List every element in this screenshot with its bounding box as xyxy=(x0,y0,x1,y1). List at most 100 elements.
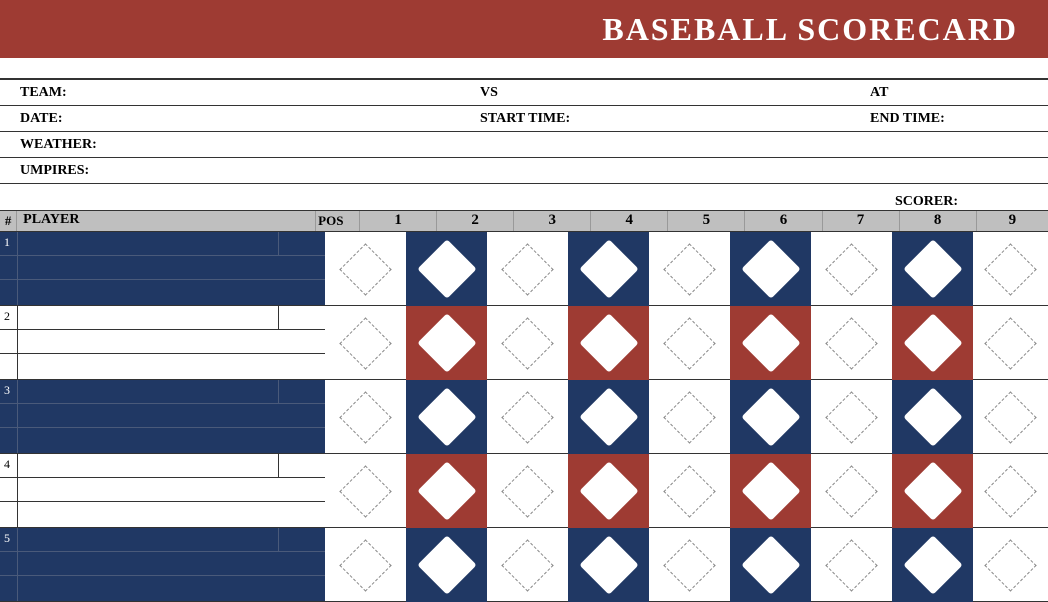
inning-cell[interactable] xyxy=(568,232,649,306)
sub-name-field[interactable] xyxy=(18,354,325,379)
diamond-icon xyxy=(339,317,391,369)
inning-cell[interactable] xyxy=(892,232,973,306)
diamond-icon xyxy=(501,539,553,591)
sub-number[interactable] xyxy=(0,354,18,379)
inning-cell[interactable] xyxy=(487,454,568,528)
sub-number[interactable] xyxy=(0,256,18,280)
inning-cell[interactable] xyxy=(568,454,649,528)
sub-number[interactable] xyxy=(0,478,18,502)
inning-cell[interactable] xyxy=(406,306,487,380)
sub-number[interactable] xyxy=(0,428,18,453)
inning-cell[interactable] xyxy=(325,380,406,454)
inning-cell[interactable] xyxy=(649,454,730,528)
sub-number[interactable] xyxy=(0,576,18,601)
inning-cell[interactable] xyxy=(325,232,406,306)
inning-cell[interactable] xyxy=(811,306,892,380)
player-name-field[interactable] xyxy=(18,232,279,255)
inning-cell[interactable] xyxy=(487,380,568,454)
inning-cell[interactable] xyxy=(568,306,649,380)
sub-name-field[interactable] xyxy=(18,280,325,305)
player-pos-field[interactable] xyxy=(279,528,325,551)
inning-cell[interactable] xyxy=(811,454,892,528)
sub-name-field[interactable] xyxy=(18,428,325,453)
inning-cell[interactable] xyxy=(487,232,568,306)
inning-cell[interactable] xyxy=(892,454,973,528)
player-number[interactable]: 1 xyxy=(0,232,18,255)
inning-cell[interactable] xyxy=(973,454,1048,528)
sub-number[interactable] xyxy=(0,280,18,305)
inning-cell[interactable] xyxy=(973,232,1048,306)
inning-cell[interactable] xyxy=(406,232,487,306)
player-name-field[interactable] xyxy=(18,306,279,329)
inning-cell[interactable] xyxy=(649,528,730,602)
player-number[interactable]: 2 xyxy=(0,306,18,329)
player-number[interactable]: 5 xyxy=(0,528,18,551)
inning-cell[interactable] xyxy=(730,306,811,380)
inning-cell[interactable] xyxy=(406,528,487,602)
inning-cell[interactable] xyxy=(730,380,811,454)
inning-cell[interactable] xyxy=(973,306,1048,380)
diamond-icon xyxy=(663,539,715,591)
player-pos-field[interactable] xyxy=(279,454,325,477)
info-row-umpires: UMPIRES: xyxy=(0,158,1048,184)
inning-cell[interactable] xyxy=(730,232,811,306)
diamond-icon xyxy=(825,243,877,295)
player-number[interactable]: 3 xyxy=(0,380,18,403)
inning-cells xyxy=(325,454,1048,527)
sub-name-field[interactable] xyxy=(18,330,325,354)
player-info: 4 xyxy=(0,454,325,527)
inning-cell[interactable] xyxy=(406,380,487,454)
inning-cell[interactable] xyxy=(487,306,568,380)
sub-number[interactable] xyxy=(0,404,18,428)
diamond-icon xyxy=(339,465,391,517)
inning-cell[interactable] xyxy=(892,528,973,602)
inning-cell[interactable] xyxy=(487,528,568,602)
sub-number[interactable] xyxy=(0,502,18,527)
inning-cell[interactable] xyxy=(406,454,487,528)
inning-cell[interactable] xyxy=(649,232,730,306)
player-pos-field[interactable] xyxy=(279,380,325,403)
player-info: 1 xyxy=(0,232,325,305)
inning-cell[interactable] xyxy=(649,306,730,380)
inning-cell[interactable] xyxy=(811,380,892,454)
inning-cell[interactable] xyxy=(325,528,406,602)
sub-name-field[interactable] xyxy=(18,502,325,527)
player-name-field[interactable] xyxy=(18,528,279,551)
inning-cell[interactable] xyxy=(973,528,1048,602)
inning-cell[interactable] xyxy=(325,306,406,380)
sub-name-field[interactable] xyxy=(18,552,325,576)
inning-cell[interactable] xyxy=(730,454,811,528)
sub-name-field[interactable] xyxy=(18,478,325,502)
player-info: 3 xyxy=(0,380,325,453)
inning-cell[interactable] xyxy=(892,306,973,380)
diamond-icon xyxy=(417,461,476,520)
player-number[interactable]: 4 xyxy=(0,454,18,477)
player-info: 5 xyxy=(0,528,325,601)
player-info: 2 xyxy=(0,306,325,379)
player-name-field[interactable] xyxy=(18,454,279,477)
player-name-field[interactable] xyxy=(18,380,279,403)
col-header-inning-4: 4 xyxy=(591,211,668,231)
inning-cell[interactable] xyxy=(568,380,649,454)
inning-cell[interactable] xyxy=(973,380,1048,454)
inning-cell[interactable] xyxy=(649,380,730,454)
inning-cell[interactable] xyxy=(811,232,892,306)
inning-cell[interactable] xyxy=(730,528,811,602)
weather-label: WEATHER: xyxy=(20,137,97,153)
sub-name-field[interactable] xyxy=(18,256,325,280)
player-pos-field[interactable] xyxy=(279,232,325,255)
diamond-icon xyxy=(339,539,391,591)
inning-cell[interactable] xyxy=(568,528,649,602)
sub-number[interactable] xyxy=(0,552,18,576)
col-header-inning-9: 9 xyxy=(977,211,1048,231)
sub-number[interactable] xyxy=(0,330,18,354)
diamond-icon xyxy=(579,461,638,520)
inning-cell[interactable] xyxy=(325,454,406,528)
col-header-inning-6: 6 xyxy=(745,211,822,231)
sub-name-field[interactable] xyxy=(18,576,325,601)
player-pos-field[interactable] xyxy=(279,306,325,329)
sub-name-field[interactable] xyxy=(18,404,325,428)
diamond-icon xyxy=(984,465,1036,517)
inning-cell[interactable] xyxy=(811,528,892,602)
inning-cell[interactable] xyxy=(892,380,973,454)
